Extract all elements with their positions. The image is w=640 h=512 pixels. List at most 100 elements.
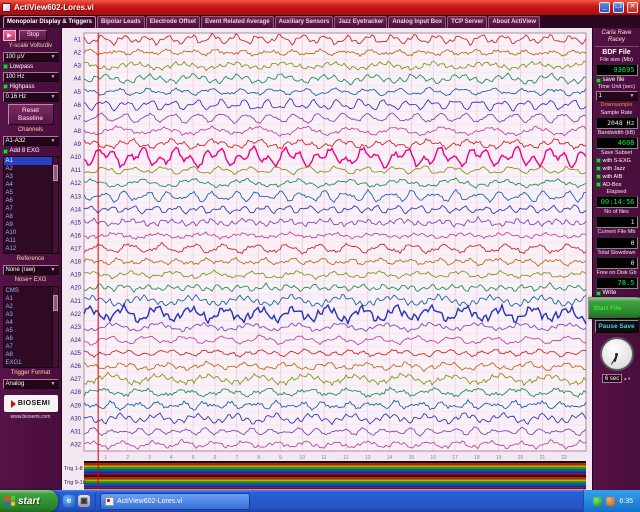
minimize-button[interactable]: _ — [599, 2, 610, 13]
channel-list-scrollbar[interactable] — [52, 157, 58, 253]
maximize-button[interactable]: ❐ — [613, 2, 624, 13]
start-file-button[interactable]: Start File — [588, 297, 640, 319]
channels-select[interactable]: A1-A32▼ — [3, 136, 59, 146]
taskbar-task-activiview[interactable]: ActiView602-Lores.vi — [100, 493, 250, 510]
list-item-a11[interactable]: A11 — [4, 237, 52, 245]
list-item-a12[interactable]: A12 — [4, 245, 52, 253]
bandwidth-label: Bandwidth (kB) — [598, 130, 635, 136]
title-bar[interactable]: ActiView602-Lores.vi _ ❐ ✕ — [0, 0, 640, 15]
channel-label-A1: A1 — [74, 38, 82, 44]
svg-text:17: 17 — [452, 455, 458, 461]
tray-volume-icon[interactable] — [606, 497, 615, 506]
tab-analog-input-box[interactable]: Analog Input Box — [388, 16, 446, 28]
tab-jazz-eyetracker[interactable]: Jazz Eyetracker — [334, 16, 387, 28]
reference-listbox[interactable]: CMSA1A2A3A4A5A6A7A8EXG1 — [3, 286, 59, 368]
internet-explorer-icon[interactable]: e — [63, 495, 75, 507]
elapsed-display: 00:14:56 — [596, 196, 638, 208]
subset-check-ad-box[interactable]: AD-Box — [596, 182, 638, 188]
list-item-a1[interactable]: A1 — [4, 295, 52, 303]
save-file-checkbox[interactable]: save file — [596, 77, 638, 83]
led-icon — [3, 64, 8, 69]
tray-status-icon[interactable] — [593, 497, 602, 506]
run-button[interactable]: ▶ — [3, 30, 16, 41]
list-item-a3[interactable]: A3 — [4, 311, 52, 319]
time-unit-select[interactable]: 1▼ — [596, 91, 638, 101]
list-item-a7[interactable]: A7 — [4, 205, 52, 213]
tab-auxiliary-sensors[interactable]: Auxiliary Sensors — [275, 16, 334, 28]
write-label: Write — [603, 290, 617, 296]
list-item-a7[interactable]: A7 — [4, 343, 52, 351]
svg-text:4: 4 — [170, 455, 173, 461]
channel-list-items: A1A2A3A4A5A6A7A8A9A10A11A12 — [4, 157, 52, 253]
svg-text:13: 13 — [365, 455, 371, 461]
reference-list-scrollbar[interactable] — [52, 287, 58, 367]
chevron-down-icon: ▼ — [630, 93, 635, 99]
channel-label-A23: A23 — [70, 325, 81, 331]
highpass-checkbox[interactable]: Highpass — [3, 84, 59, 90]
run-stop-row: ▶ Stop — [3, 30, 47, 41]
trigger-line-9 — [84, 477, 586, 478]
highpass-select[interactable]: 0.16 Hz▼ — [3, 92, 59, 102]
list-item-a5[interactable]: A5 — [4, 189, 52, 197]
list-item-a6[interactable]: A6 — [4, 335, 52, 343]
stop-button[interactable]: Stop — [19, 30, 47, 41]
list-item-a8[interactable]: A8 — [4, 351, 52, 359]
save-file-label: save file — [603, 77, 625, 83]
start-button[interactable]: start — [0, 490, 58, 512]
tab-about-actiview[interactable]: About ActiView — [488, 16, 540, 28]
chevron-down-icon: ▼ — [51, 74, 56, 80]
channel-label-A24: A24 — [70, 338, 81, 344]
list-item-a5[interactable]: A5 — [4, 327, 52, 335]
reference-select[interactable]: None (raw)▼ — [3, 265, 59, 275]
write-checkbox[interactable]: Write — [596, 290, 638, 296]
window-length-spinner[interactable]: 6 sec ▲▼ — [602, 374, 631, 383]
channel-label-A9: A9 — [74, 142, 82, 148]
list-item-a4[interactable]: A4 — [4, 319, 52, 327]
svg-text:21: 21 — [540, 455, 546, 461]
spinner-arrows-icon[interactable]: ▲▼ — [623, 377, 631, 381]
list-item-a8[interactable]: A8 — [4, 213, 52, 221]
subset-check-label: AD-Box — [603, 182, 622, 188]
pause-save-button[interactable]: Pause Save — [595, 320, 639, 333]
channel-listbox[interactable]: A1A2A3A4A5A6A7A8A9A10A11A12 — [3, 156, 59, 254]
list-item-exg1[interactable]: EXG1 — [4, 359, 52, 367]
show-desktop-icon[interactable]: ▣ — [78, 495, 90, 507]
scrollbar-thumb[interactable] — [53, 165, 58, 181]
list-item-a10[interactable]: A10 — [4, 229, 52, 237]
lowpass-value: 100 Hz — [6, 74, 25, 80]
list-item-a6[interactable]: A6 — [4, 197, 52, 205]
trigger-line-13 — [84, 483, 586, 484]
channel-label-A6: A6 — [74, 103, 82, 109]
list-item-a3[interactable]: A3 — [4, 173, 52, 181]
led-icon — [596, 78, 601, 83]
svg-text:19: 19 — [496, 455, 502, 461]
lowpass-select[interactable]: 100 Hz ▼ — [3, 72, 59, 82]
close-button[interactable]: ✕ — [627, 2, 638, 13]
yscale-select[interactable]: 100 µV▼ — [3, 52, 59, 62]
list-item-a4[interactable]: A4 — [4, 181, 52, 189]
scrollbar-thumb[interactable] — [53, 295, 58, 311]
trigger-format-select[interactable]: Analog▼ — [3, 379, 59, 389]
tab-tcp-server[interactable]: TCP Server — [447, 16, 487, 28]
list-item-a2[interactable]: A2 — [4, 303, 52, 311]
trigger-line-8 — [84, 474, 586, 475]
subset-check-with-s-exg[interactable]: with S-EXG — [596, 158, 638, 164]
subset-check-with-jazz[interactable]: with Jazz — [596, 166, 638, 172]
channel-label-A16: A16 — [70, 233, 81, 239]
tab-bipolar-leads[interactable]: Bipolar Leads — [97, 16, 145, 28]
list-item-cms[interactable]: CMS — [4, 287, 52, 295]
tab-event-related-average[interactable]: Event Related Average — [201, 16, 274, 28]
subset-check-with-aib[interactable]: with AIB — [596, 174, 638, 180]
trigger-line-14 — [84, 485, 586, 486]
list-item-a1[interactable]: A1 — [4, 157, 52, 165]
reset-baseline-button[interactable]: Reset Baseline — [8, 104, 54, 126]
svg-text:5: 5 — [192, 455, 195, 461]
list-item-a2[interactable]: A2 — [4, 165, 52, 173]
trigger-strip: Trig 1-8Trig 9-16 — [64, 461, 586, 489]
list-item-a9[interactable]: A9 — [4, 221, 52, 229]
add-exg-checkbox[interactable]: Add 8 EXG — [3, 148, 59, 154]
tab-electrode-offset[interactable]: Electrode Offset — [146, 16, 200, 28]
lowpass-checkbox[interactable]: Lowpass — [3, 64, 59, 70]
activiview-window: ActiView602-Lores.vi _ ❐ ✕ Monopolar Dis… — [0, 0, 640, 512]
tab-monopolar-display-triggers[interactable]: Monopolar Display & Triggers — [3, 16, 96, 28]
